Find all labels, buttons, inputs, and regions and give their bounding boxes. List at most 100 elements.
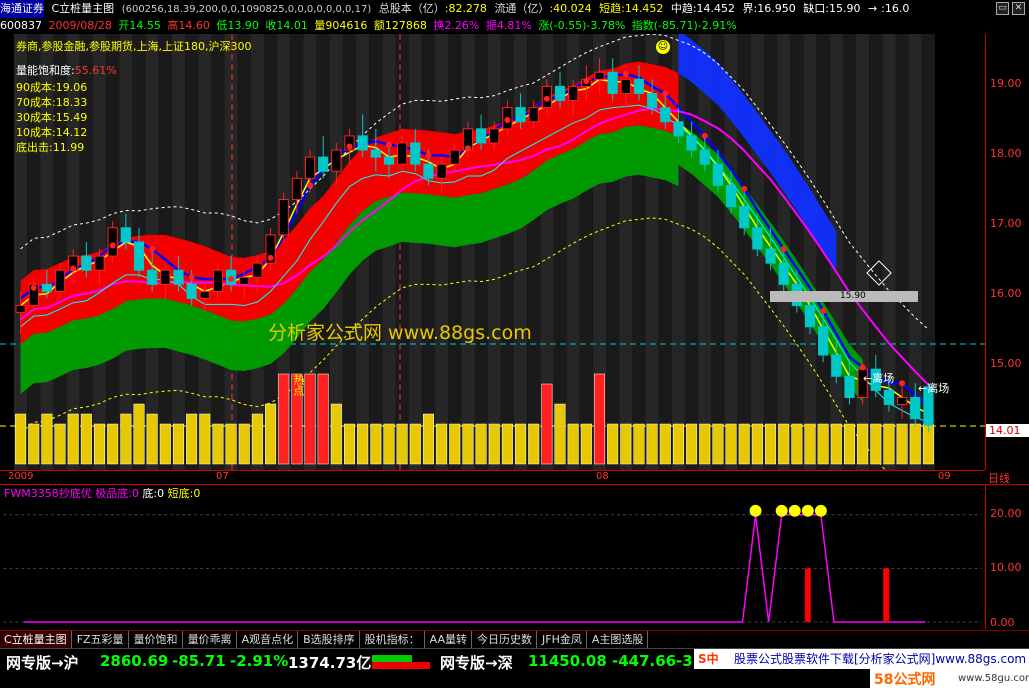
volume-bar [67,413,79,465]
candle-body [752,227,763,250]
volume-bar [607,423,619,465]
sz-pct: -3 [676,652,693,670]
tab-indicator[interactable]: B选股排序 [299,631,360,648]
gap-line-tag: 15.90 [770,291,918,302]
current-price-tag: 14.01 [986,424,1029,437]
volume-bar [41,413,53,465]
tab-indicator[interactable]: JFH金凤 [538,631,587,648]
restore-icon[interactable]: ▭ [996,2,1009,15]
cost10: 10成本:14.12 [16,126,88,139]
main-price-chart[interactable] [0,34,985,470]
ad-text: 股票公式股票软件下载[分析家公式网]www.88gs.com [734,652,1027,666]
candle-body [278,199,289,236]
volume-bar [54,423,66,465]
float-label: 流通（亿） [494,2,550,15]
candle-body [397,142,408,165]
candle-body [475,128,487,144]
volume-bar [909,423,921,465]
saturation-row: 量能饱和度:55.61% [16,62,117,78]
sub-spike [804,568,811,623]
volume-bar [409,423,421,465]
sub-tick: 20.00 [990,507,1022,520]
volume-bar [712,423,724,465]
candle-body [739,206,750,229]
candle-body [568,85,579,102]
volume-bar [146,413,158,465]
sub-name: FWM3358抄底优 [4,487,92,500]
sh-label[interactable]: 网专版→沪 [6,652,79,673]
date-axis: 2009 07 08 09 [0,470,985,483]
volume-bar [699,423,711,465]
price-tick: 19.00 [990,77,1022,90]
volume-bar [422,413,434,465]
ime-icon[interactable]: S中 [698,649,719,669]
bg-stripe [474,34,488,470]
volume-bar [462,423,474,465]
indicator-name[interactable]: C立桩量主图 [52,0,115,18]
volume-bar [357,423,369,465]
date-label: 09 [938,471,951,482]
cost90: 90成本:19.06 [16,81,88,94]
candle-body [239,276,250,285]
volume-bar [686,423,698,465]
tab-indicator[interactable]: 量价饱和 [130,631,183,648]
candle-body [212,269,224,292]
change-value: 涨(-0.55)-3.78% [538,19,626,32]
candle-body [120,227,131,243]
indicator-tabs: C立桩量主图 FZ五彩量 量价饱和 量价乖离 A观音点化 B选股排序 股机指标： AA量转 今日… [0,630,1029,648]
candle-body [831,354,842,377]
candle-body [41,283,52,292]
open-value: 开14.55 [118,19,161,32]
volume-bar [396,423,408,465]
candle-body [528,107,539,123]
volume-bar [159,423,171,465]
sz-label[interactable]: 网专版→深 [440,652,513,673]
date-label: 2009 [8,471,34,482]
short-trend: 短趋:14.452 [599,2,664,15]
volume-bar [317,373,329,465]
tab-indicator[interactable]: AA量转 [426,631,472,648]
bg-stripe [869,34,883,470]
tab-indicator[interactable]: C立桩量主图 [0,631,72,648]
tab-indicator[interactable]: A观音点化 [238,631,299,648]
trend-dot [425,152,432,159]
volume-bar [554,403,566,465]
candle-body [449,149,460,165]
close-icon[interactable]: ✕ [1012,2,1025,15]
exit-label: ←离场 [918,382,950,395]
volume-bar [791,423,803,465]
tab-indicator[interactable]: FZ五彩量 [73,631,129,648]
trend-dot [70,265,77,272]
volume-bar [475,423,487,465]
tab-indicator[interactable]: A主图选股 [588,631,649,648]
sh-index: 2860.69 [100,652,169,670]
candle-body [94,255,105,271]
smiley-dot [788,504,801,517]
boundary-value: 界:16.950 [742,2,796,15]
sh-amount: 1374.73亿 [288,654,372,672]
bg-stripe [421,34,436,470]
index-change: 指数(-85.71)-2.91% [631,19,737,32]
volume-bar [843,423,855,465]
tab-indicator[interactable]: 股机指标： [361,631,425,648]
volume-bar [580,423,592,465]
volume-bar [778,423,790,465]
sub-spike [883,568,890,623]
volume-bar [251,413,263,465]
ad-ticker[interactable]: S中 股票公式股票软件下载[分析家公式网]www.88gs.com [694,649,1029,669]
exchange-label[interactable]: 海通证券 [0,0,44,18]
total-shares-label: 总股本（亿） [378,2,445,15]
bg-stripe [842,34,857,470]
candle-body [383,156,395,165]
bg-stripe [382,34,396,470]
candle-body [910,396,921,420]
quote-header: 海通证券 C立桩量主图 (600256,18.39,200,0,0,109082… [0,0,1029,18]
volume-bar [238,423,250,465]
volume-bar [567,423,579,465]
tab-indicator[interactable]: 量价乖离 [184,631,237,648]
volume-bar [449,423,461,465]
volume-bar [225,423,237,465]
tab-indicator[interactable]: 今日历史数 [473,631,537,648]
total-shares: :82.278 [444,2,487,15]
sub-indicator-chart[interactable] [0,484,985,629]
